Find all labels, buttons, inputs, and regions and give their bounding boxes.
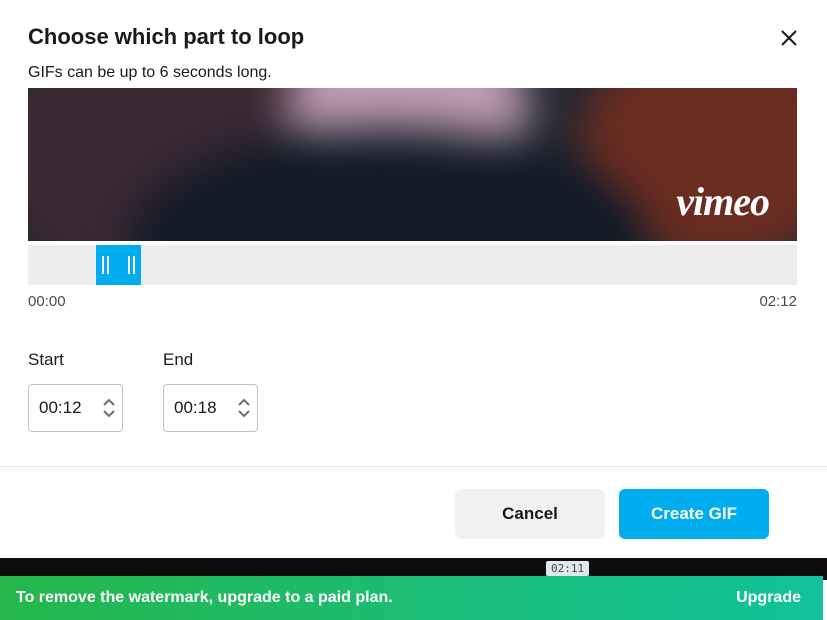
gif-loop-dialog: Choose which part to loop GIFs can be up… [0,0,827,561]
chevron-up-icon[interactable] [237,397,251,407]
video-preview: vimeo [28,88,797,241]
end-time-stepper[interactable]: 00:18 [163,384,258,432]
chevron-down-icon[interactable] [102,409,116,419]
upgrade-banner: To remove the watermark, upgrade to a pa… [0,576,823,620]
banner-message: To remove the watermark, upgrade to a pa… [16,589,393,607]
start-label: Start [28,350,123,370]
start-time-stepper[interactable]: 00:12 [28,384,123,432]
watermark-logo: vimeo [676,178,769,225]
timeline-end-time: 02:12 [759,293,797,310]
create-gif-button[interactable]: Create GIF [619,489,769,539]
chevron-up-icon[interactable] [102,397,116,407]
chevron-down-icon[interactable] [237,409,251,419]
timeline-track[interactable] [28,245,797,285]
end-time-value: 00:18 [174,398,217,418]
selection-handle[interactable] [96,245,141,285]
grip-right-icon [128,256,135,274]
end-label: End [163,350,258,370]
background-timestamp: 02:11 [546,561,589,576]
close-icon[interactable] [779,28,799,48]
dialog-title: Choose which part to loop [28,24,304,50]
timeline-start-time: 00:00 [28,293,66,310]
grip-left-icon [102,256,109,274]
upgrade-button[interactable]: Upgrade [736,589,801,607]
dialog-subtitle: GIFs can be up to 6 seconds long. [28,64,799,82]
cancel-button[interactable]: Cancel [455,489,605,539]
start-time-value: 00:12 [39,398,82,418]
